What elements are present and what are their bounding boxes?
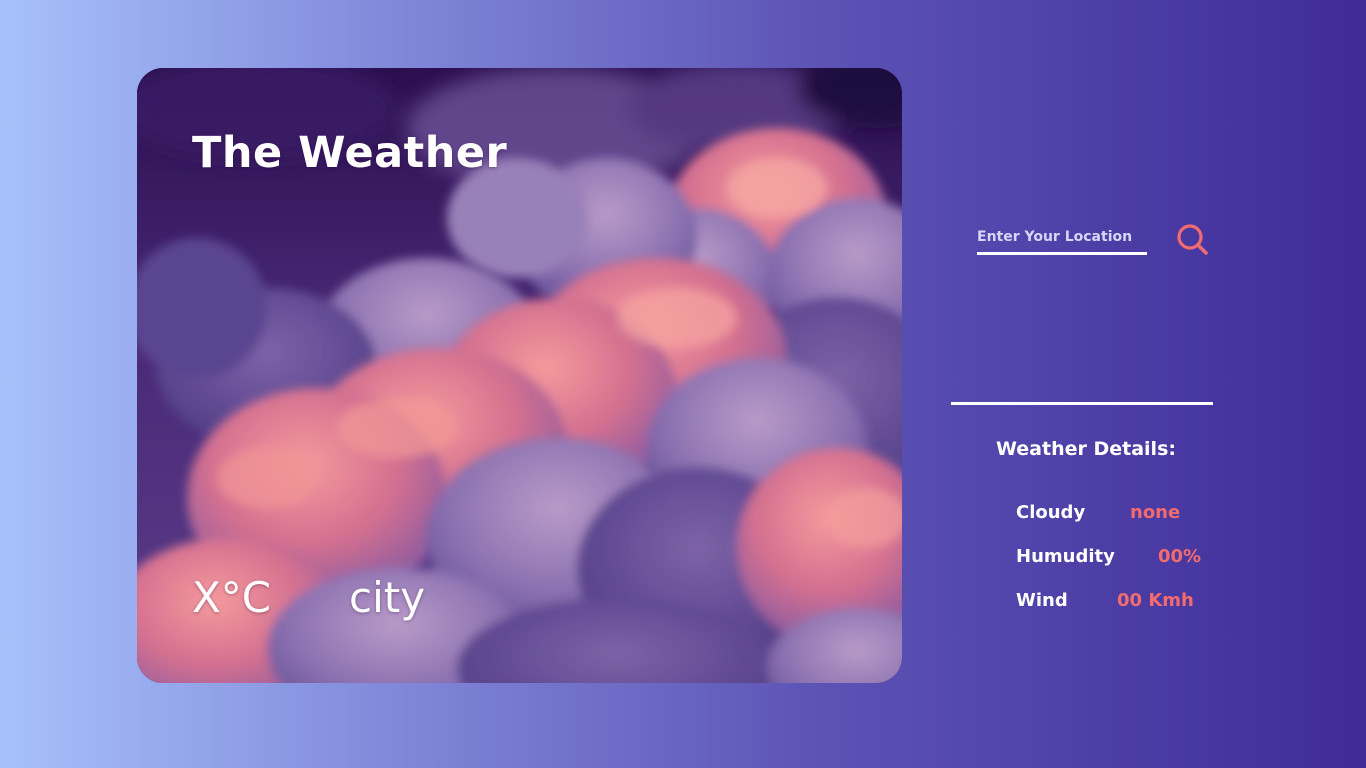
wind-label: Wind [1016, 590, 1068, 611]
humidity-value: 00% [1158, 546, 1202, 567]
weather-details-heading: Weather Details: [996, 438, 1176, 460]
search-icon [1174, 224, 1210, 261]
weather-card: The Weather X°C city [137, 68, 902, 683]
cloudy-value: none [1130, 502, 1181, 523]
humidity-label: Humudity [1016, 546, 1115, 567]
temperature-readout: X°C [192, 573, 272, 622]
wind-value: 00 Kmh [1117, 590, 1194, 611]
search-button[interactable] [1174, 222, 1210, 258]
divider [951, 402, 1213, 405]
city-name: city [349, 573, 426, 622]
cloudy-label: Cloudy [1016, 502, 1086, 523]
app-title: The Weather [192, 128, 508, 178]
location-search-input[interactable] [977, 222, 1147, 255]
